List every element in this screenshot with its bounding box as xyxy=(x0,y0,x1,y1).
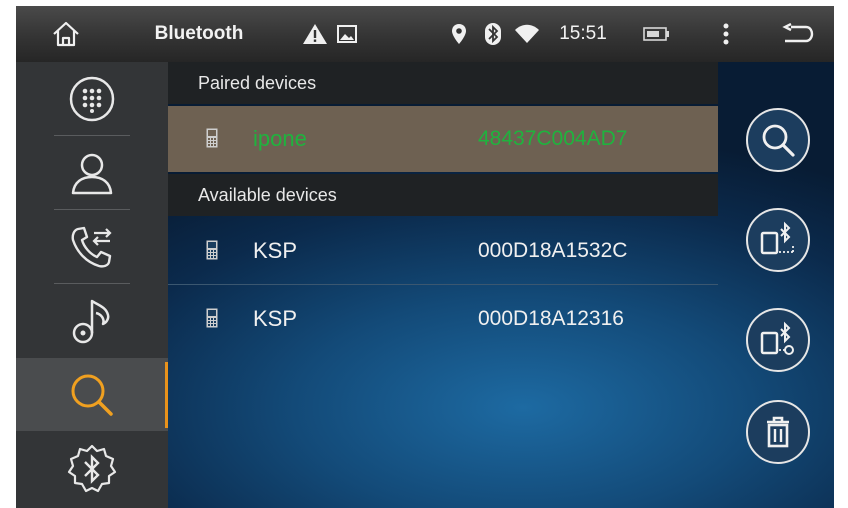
device-name: ipone xyxy=(253,126,307,151)
phone-icon xyxy=(206,308,218,328)
paired-devices-label: Paired devices xyxy=(198,72,317,93)
status-bar: Bluetooth 15:51 xyxy=(16,6,834,62)
sidebar-item-dialpad[interactable] xyxy=(16,62,168,135)
bluetooth-icon xyxy=(480,6,506,62)
bluetooth-phone-disconnect-icon xyxy=(760,321,794,355)
location-icon xyxy=(446,6,472,62)
menu-icon[interactable] xyxy=(716,6,736,62)
sidebar-item-contacts[interactable] xyxy=(16,136,168,209)
image-icon xyxy=(334,6,360,62)
trash-icon xyxy=(767,416,789,448)
sidebar-item-search[interactable] xyxy=(16,358,168,431)
delete-device-button[interactable] xyxy=(746,400,810,464)
device-name: KSP xyxy=(253,306,298,331)
phone-icon xyxy=(206,240,218,260)
sidebar-item-music[interactable] xyxy=(16,284,168,357)
sidebar xyxy=(16,62,168,508)
wifi-icon xyxy=(510,6,544,62)
search-icon xyxy=(71,374,113,416)
bluetooth-phone-connect-icon xyxy=(760,221,794,255)
available-device-row[interactable]: KSP 000D18A12316 xyxy=(168,286,718,352)
warning-icon xyxy=(300,6,330,62)
screen: Bluetooth 15:51 Paired devices ipone 484… xyxy=(16,6,834,508)
device-name: KSP xyxy=(253,238,298,263)
search-icon xyxy=(762,124,795,157)
sidebar-item-bt-settings[interactable] xyxy=(16,432,168,505)
dialpad-icon xyxy=(69,76,115,121)
sidebar-item-call-log[interactable] xyxy=(16,210,168,283)
paired-devices-header: Paired devices xyxy=(168,62,718,104)
available-device-row[interactable]: KSP 000D18A1532C xyxy=(168,218,718,284)
home-icon[interactable] xyxy=(46,6,86,62)
available-devices-label: Available devices xyxy=(198,184,337,205)
page-title: Bluetooth xyxy=(154,23,244,44)
device-address: 48437C004AD7 xyxy=(478,127,628,150)
disconnect-device-button[interactable] xyxy=(746,308,810,372)
paired-device-row[interactable]: ipone 48437C004AD7 xyxy=(168,106,718,172)
contact-icon xyxy=(71,153,113,194)
call-transfer-icon xyxy=(71,226,112,268)
clock: 15:51 xyxy=(559,23,607,44)
device-address: 000D18A12316 xyxy=(478,307,624,330)
back-icon[interactable] xyxy=(776,6,820,62)
music-icon xyxy=(72,299,110,343)
active-indicator xyxy=(165,362,168,428)
bluetooth-settings-icon xyxy=(67,444,117,492)
device-address: 000D18A1532C xyxy=(478,239,628,262)
row-divider xyxy=(168,284,718,285)
search-devices-button[interactable] xyxy=(746,108,810,172)
phone-icon xyxy=(206,128,218,148)
battery-icon xyxy=(640,6,674,62)
available-devices-header: Available devices xyxy=(168,174,718,216)
connect-device-button[interactable] xyxy=(746,208,810,272)
